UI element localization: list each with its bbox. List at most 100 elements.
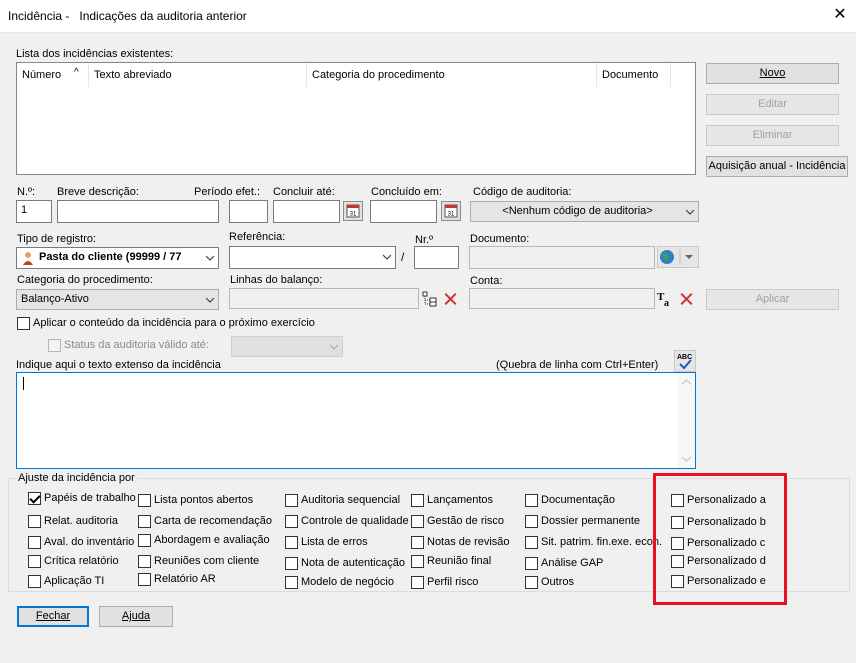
ajuste-checkbox-col2-2[interactable]: Abordagem e avaliação (138, 534, 270, 550)
checkbox-box (525, 557, 538, 570)
textarea-scrollbar[interactable] (678, 373, 695, 468)
ajuste-checkbox-col4-4[interactable]: Perfil risco (411, 576, 478, 592)
checkbox-label: Lista de erros (301, 536, 368, 548)
ajuste-checkbox-col5-4[interactable]: Outros (525, 576, 574, 592)
linhas-balanco-field[interactable] (229, 288, 419, 309)
checkbox-box (285, 576, 298, 589)
concluido-em-label: Concluído em: (371, 186, 442, 198)
calendar-icon[interactable]: 31 (342, 200, 364, 222)
ajuste-checkbox-col3-4[interactable]: Modelo de negócio (285, 576, 394, 592)
ajuste-checkbox-col1-2[interactable]: Aval. do inventário (28, 536, 134, 552)
novo-button[interactable]: Novo (706, 63, 839, 84)
eliminar-button[interactable]: Eliminar (706, 125, 839, 146)
checkbox-label: Dossier permanente (541, 515, 641, 527)
text-format-icon[interactable]: Ta (657, 288, 675, 310)
checkbox-label: Reunião final (427, 555, 492, 567)
ajuste-checkbox-col3-1[interactable]: Controle de qualidade (285, 515, 409, 531)
checkbox-box (17, 317, 30, 330)
texto-extenso-label: Indique aqui o texto extenso da incidênc… (16, 359, 221, 371)
checkbox-label: Carta de recomendação (154, 515, 273, 527)
checkbox-box (28, 515, 41, 528)
checkbox-label: Aval. do inventário (44, 536, 135, 548)
checkbox-box (138, 573, 151, 586)
ajuste-checkbox-col1-1[interactable]: Relat. auditoria (28, 515, 118, 531)
numero-field[interactable]: 1 (16, 200, 52, 223)
spellcheck-icon[interactable]: ABC (674, 350, 696, 372)
checkbox-box (411, 555, 424, 568)
column-header-categoria[interactable]: Categoria do procedimento (307, 63, 597, 87)
checkbox-box (28, 536, 41, 549)
checkbox-label: Abordagem e avaliação (154, 534, 270, 546)
checkbox-box (28, 492, 41, 505)
ajuste-checkbox-col3-2[interactable]: Lista de erros (285, 536, 368, 552)
ajuda-button[interactable]: Ajuda (99, 606, 173, 627)
aquisicao-anual-button[interactable]: Aquisição anual - Incidência (706, 156, 848, 177)
checkbox-box (525, 536, 538, 549)
ajuste-checkbox-col5-0[interactable]: Documentação (525, 494, 615, 510)
chevron-down-icon (206, 297, 214, 303)
documento-field[interactable] (469, 246, 655, 269)
column-header-texto[interactable]: Texto abreviado (89, 63, 307, 87)
conta-field[interactable] (469, 288, 655, 309)
aplicar-button[interactable]: Aplicar (706, 289, 839, 310)
ajuste-checkbox-col5-1[interactable]: Dossier permanente (525, 515, 640, 531)
ajuste-checkbox-col2-3[interactable]: Reuniões com cliente (138, 555, 259, 571)
chevron-down-icon (330, 344, 338, 350)
status-auditoria-select[interactable] (231, 336, 343, 357)
codigo-auditoria-select[interactable]: <Nenhum código de auditoria> (470, 201, 699, 222)
checkbox-label: Documentação (541, 494, 615, 506)
checkbox-box (525, 515, 538, 528)
concluir-ate-label: Concluir até: (273, 186, 335, 198)
aplicar-proximo-exercicio-checkbox[interactable]: Aplicar o conteúdo da incidência para o … (17, 317, 315, 333)
referencia-select[interactable] (229, 246, 396, 269)
chevron-down-icon (383, 254, 391, 260)
ajuste-checkbox-col4-3[interactable]: Reunião final (411, 555, 491, 571)
close-icon[interactable]: ✕ (830, 5, 850, 25)
column-header-numero[interactable]: Número ^ (17, 63, 89, 87)
checkbox-label: Relatório AR (154, 573, 216, 585)
ajuste-checkbox-col5-3[interactable]: Análise GAP (525, 557, 603, 573)
checkbox-label: Aplicação TI (44, 575, 105, 587)
clear-linhas-icon[interactable] (441, 290, 459, 308)
tipo-registro-select[interactable]: Pasta do cliente (99999 / 77 (16, 247, 219, 269)
ajuste-checkbox-col2-0[interactable]: Lista pontos abertos (138, 494, 253, 510)
ajuste-checkbox-col4-1[interactable]: Gestão de risco (411, 515, 504, 531)
editar-button[interactable]: Editar (706, 94, 839, 115)
clear-conta-icon[interactable] (677, 290, 695, 308)
column-header-documento[interactable]: Documento (597, 63, 671, 87)
ajuste-checkbox-col2-1[interactable]: Carta de recomendação (138, 515, 272, 531)
checkbox-box (525, 576, 538, 589)
concluir-ate-field[interactable] (273, 200, 340, 223)
concluido-em-field[interactable] (370, 200, 437, 223)
chevron-down-icon (686, 209, 694, 215)
sort-ascending-icon: ^ (74, 67, 79, 78)
ajuste-checkbox-col1-3[interactable]: Crítica relatório (28, 555, 119, 571)
ajuste-checkbox-col4-2[interactable]: Notas de revisão (411, 536, 510, 552)
status-auditoria-checkbox[interactable]: Status da auditoria válido até: (48, 339, 209, 355)
breve-descricao-field[interactable] (57, 200, 219, 223)
categoria-select[interactable]: Balanço-Ativo (16, 289, 219, 310)
incidences-list[interactable]: Número ^ Texto abreviado Categoria do pr… (16, 62, 696, 175)
ajuste-checkbox-col1-0[interactable]: Papéis de trabalho (28, 492, 136, 508)
periodo-field[interactable] (229, 200, 268, 223)
globe-dropdown-button[interactable] (657, 246, 699, 268)
window-title: Incidência - Indicações da auditoria ant… (8, 9, 247, 23)
calendar-icon[interactable]: 31 (440, 200, 462, 222)
slash-separator: / (401, 250, 405, 264)
checkbox-box (411, 536, 424, 549)
nro-field[interactable] (414, 246, 459, 269)
ajuste-checkbox-col2-4[interactable]: Relatório AR (138, 573, 216, 589)
texto-extenso-textarea[interactable] (16, 372, 696, 469)
ajuste-checkbox-col1-4[interactable]: Aplicação TI (28, 575, 104, 591)
ajuste-checkbox-col5-2[interactable]: Sit. patrim. fin.exe. econ. (525, 536, 662, 552)
checkbox-box (48, 339, 61, 352)
ajuste-checkbox-col3-0[interactable]: Auditoria sequencial (285, 494, 400, 510)
tree-select-icon[interactable] (421, 288, 439, 310)
ajuste-checkbox-col3-3[interactable]: Nota de autenticação (285, 557, 405, 573)
conta-label: Conta: (470, 275, 503, 287)
fechar-button[interactable]: Fechar (17, 606, 89, 627)
checkbox-label: Modelo de negócio (301, 576, 394, 588)
personalizado-highlight (653, 473, 787, 605)
svg-text:a: a (664, 298, 669, 308)
ajuste-checkbox-col4-0[interactable]: Lançamentos (411, 494, 493, 510)
